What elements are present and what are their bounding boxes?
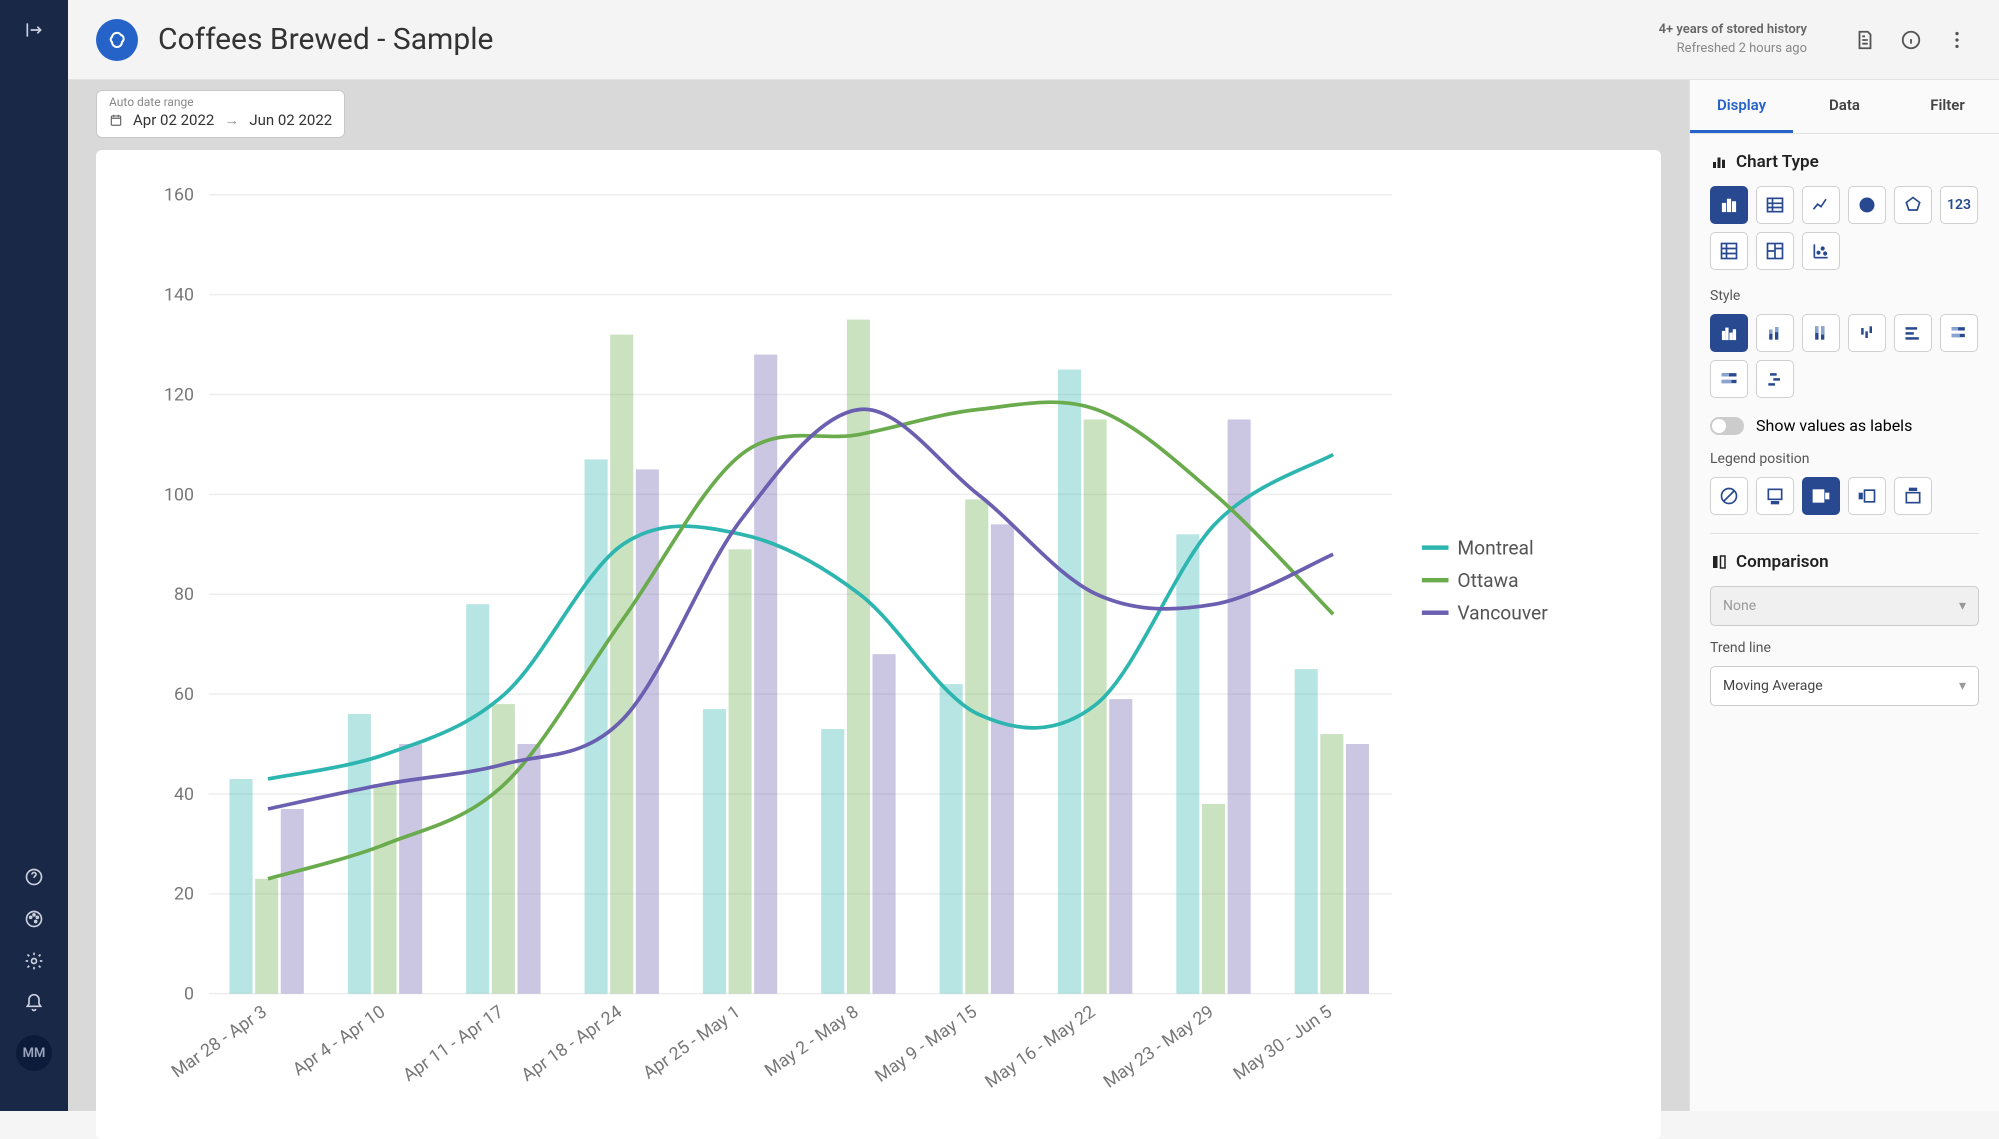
tab-filter[interactable]: Filter	[1896, 80, 1999, 133]
style-stacked[interactable]	[1756, 314, 1794, 352]
app-logo	[96, 19, 138, 61]
history-text: 4+ years of stored history	[1659, 21, 1807, 39]
style-label: Style	[1710, 288, 1979, 304]
chart-type-radar[interactable]	[1894, 186, 1932, 224]
svg-text:May 30 - Jun 5: May 30 - Jun 5	[1230, 1002, 1336, 1084]
tab-display[interactable]: Display	[1690, 80, 1793, 133]
panel-tabs: Display Data Filter	[1690, 80, 1999, 134]
svg-text:140: 140	[164, 286, 194, 306]
chart-type-line[interactable]	[1802, 186, 1840, 224]
chart-type-table[interactable]	[1756, 186, 1794, 224]
header: Coffees Brewed - Sample 4+ years of stor…	[68, 0, 1999, 80]
chart-type-pivot[interactable]	[1710, 232, 1748, 270]
svg-text:Apr 25 - May 1: Apr 25 - May 1	[640, 1002, 744, 1083]
date-to: Jun 02 2022	[249, 111, 332, 129]
arrow-right-icon: →	[224, 111, 239, 129]
chart-area: Auto date range Apr 02 2022 → Jun 02 202…	[68, 80, 1689, 1111]
trend-line-select[interactable]: Moving Average▾	[1710, 666, 1979, 706]
header-meta: 4+ years of stored history Refreshed 2 h…	[1659, 21, 1807, 57]
compare-icon	[1710, 553, 1728, 571]
svg-text:120: 120	[164, 385, 194, 405]
svg-text:May 2 - May 8: May 2 - May 8	[762, 1002, 863, 1081]
avatar[interactable]: MM	[16, 1035, 52, 1071]
date-range-label: Auto date range	[109, 95, 332, 109]
tab-data[interactable]: Data	[1793, 80, 1896, 133]
legend-none[interactable]	[1710, 477, 1748, 515]
svg-text:Apr 18 - Apr 24: Apr 18 - Apr 24	[518, 1002, 626, 1086]
chart-type-number[interactable]: 123	[1940, 186, 1978, 224]
svg-text:Ottawa: Ottawa	[1457, 569, 1518, 592]
style-grouped[interactable]	[1710, 314, 1748, 352]
bars-icon	[1710, 153, 1728, 171]
chart-svg: 0 20 40 60 80 100 120 140 160 Mar 28 - Apr 3Apr 4…	[120, 178, 1629, 1129]
settings-icon[interactable]	[24, 951, 44, 975]
nav-rail: MM	[0, 0, 68, 1111]
legend-top[interactable]	[1894, 477, 1932, 515]
date-range-picker[interactable]: Auto date range Apr 02 2022 → Jun 02 202…	[96, 90, 345, 138]
trend-line-label: Trend line	[1710, 640, 1979, 656]
style-100stacked[interactable]	[1802, 314, 1840, 352]
show-values-toggle[interactable]	[1710, 417, 1744, 435]
style-hstacked[interactable]	[1940, 314, 1978, 352]
svg-text:May 23 - May 29: May 23 - May 29	[1100, 1002, 1217, 1093]
svg-text:40: 40	[174, 785, 194, 805]
chart-type-heading: Chart Type	[1710, 152, 1979, 172]
export-icon[interactable]	[1851, 26, 1879, 54]
style-hdeviation[interactable]	[1756, 360, 1794, 398]
svg-text:May 9 - May 15: May 9 - May 15	[872, 1002, 981, 1087]
help-icon[interactable]	[24, 867, 44, 891]
svg-text:Mar 28 - Apr 3: Mar 28 - Apr 3	[168, 1002, 271, 1082]
svg-text:100: 100	[164, 485, 194, 505]
notifications-icon[interactable]	[24, 993, 44, 1017]
style-grid	[1710, 314, 1979, 398]
chart-type-treemap[interactable]	[1756, 232, 1794, 270]
date-from: Apr 02 2022	[133, 111, 214, 129]
svg-text:160: 160	[164, 186, 194, 206]
svg-text:May 16 - May 22: May 16 - May 22	[982, 1002, 1099, 1093]
legend-position-label: Legend position	[1710, 451, 1979, 467]
comparison-select[interactable]: None▾	[1710, 586, 1979, 626]
main-column: Coffees Brewed - Sample 4+ years of stor…	[68, 0, 1999, 1111]
chart-card: 0 20 40 60 80 100 120 140 160 Mar 28 - Apr 3Apr 4…	[96, 150, 1661, 1139]
style-hbar[interactable]	[1894, 314, 1932, 352]
svg-text:20: 20	[174, 885, 194, 905]
show-values-label: Show values as labels	[1756, 416, 1912, 435]
chart-type-scatter[interactable]	[1802, 232, 1840, 270]
svg-text:Apr 4 - Apr 10: Apr 4 - Apr 10	[290, 1002, 390, 1080]
legend-right[interactable]	[1802, 477, 1840, 515]
info-icon[interactable]	[1897, 26, 1925, 54]
collapse-nav-icon[interactable]	[24, 20, 44, 44]
svg-text:Montreal: Montreal	[1457, 536, 1533, 559]
style-h100stacked[interactable]	[1710, 360, 1748, 398]
side-panel: Display Data Filter Chart Type 123	[1689, 80, 1999, 1111]
refreshed-text: Refreshed 2 hours ago	[1659, 40, 1807, 58]
svg-text:60: 60	[174, 685, 194, 705]
chart-type-grid: 123	[1710, 186, 1979, 270]
svg-text:Apr 11 - Apr 17: Apr 11 - Apr 17	[400, 1002, 508, 1086]
page-title: Coffees Brewed - Sample	[158, 22, 493, 57]
legend-left[interactable]	[1848, 477, 1886, 515]
svg-text:80: 80	[174, 585, 194, 605]
svg-text:0: 0	[184, 985, 194, 1005]
chart-type-column[interactable]	[1710, 186, 1748, 224]
comparison-heading: Comparison	[1710, 552, 1979, 572]
legend-bottom[interactable]	[1756, 477, 1794, 515]
chart-type-pie[interactable]	[1848, 186, 1886, 224]
legend-position-grid	[1710, 477, 1979, 515]
more-icon[interactable]	[1943, 26, 1971, 54]
svg-text:Vancouver: Vancouver	[1457, 601, 1548, 624]
theme-icon[interactable]	[24, 909, 44, 933]
style-deviation[interactable]	[1848, 314, 1886, 352]
calendar-icon	[109, 113, 123, 127]
